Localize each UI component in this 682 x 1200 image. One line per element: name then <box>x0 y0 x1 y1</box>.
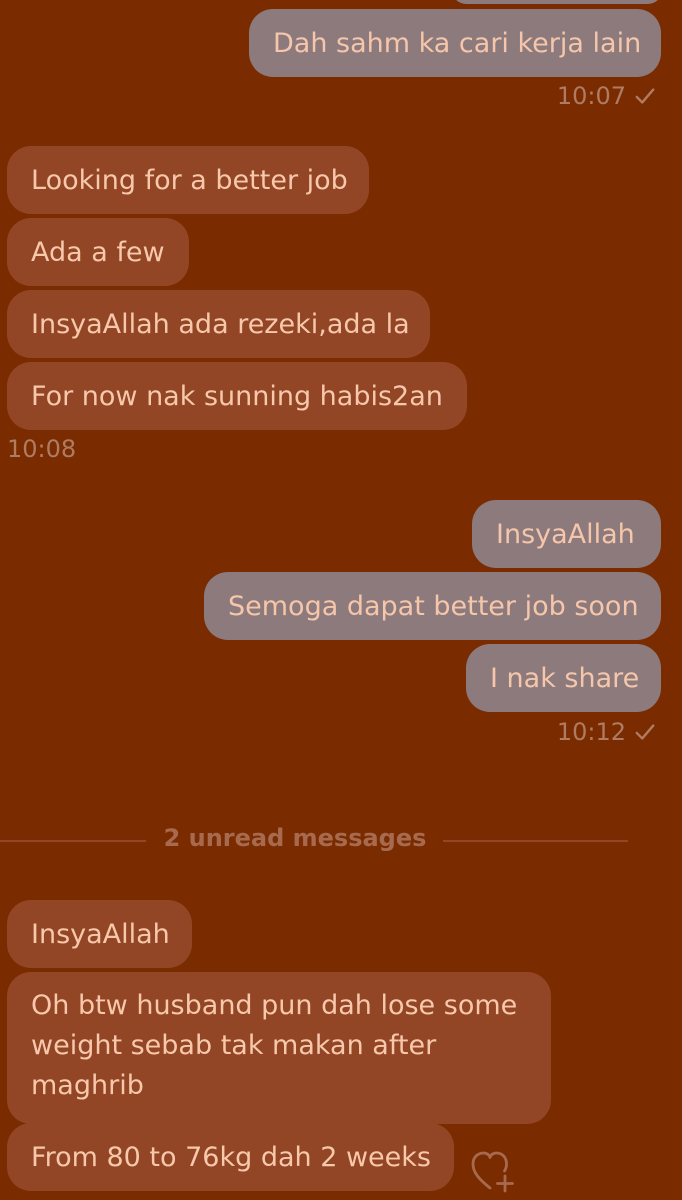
message-text: From 80 to 76kg dah 2 weeks <box>31 1141 431 1173</box>
timestamp-text: 10:12 <box>556 718 626 746</box>
heart-plus-icon[interactable] <box>470 1148 518 1194</box>
message-timestamp: 10:07 <box>557 82 656 110</box>
message-text: InsyaAllah <box>31 918 170 950</box>
check-icon <box>635 724 655 740</box>
message-text: I nak share <box>490 662 640 694</box>
incoming-message[interactable]: InsyaAllah ada rezeki,ada la <box>7 290 430 358</box>
message-text: For now nak sunning habis2an <box>31 380 443 412</box>
incoming-message[interactable]: Ada a few <box>7 218 189 286</box>
incoming-message[interactable]: Oh btw husband pun dah lose some weight … <box>7 972 551 1124</box>
timestamp-text: 10:07 <box>556 82 626 110</box>
incoming-message[interactable]: From 80 to 76kg dah 2 weeks <box>7 1123 454 1191</box>
message-text: InsyaAllah ada rezeki,ada la <box>31 308 410 340</box>
message-text: Semoga dapat better job soon <box>228 590 639 622</box>
outgoing-message[interactable]: I nak share <box>466 644 661 712</box>
message-timestamp: 10:08 <box>7 435 76 463</box>
message-text: InsyaAllah <box>496 518 635 550</box>
unread-messages-label: 2 unread messages <box>163 824 427 852</box>
message-text: Dah sahm ka cari kerja lain <box>273 27 642 59</box>
message-text: Oh btw husband pun dah lose some weight … <box>31 990 518 1101</box>
unread-divider-line-right <box>443 840 628 842</box>
incoming-message[interactable]: InsyaAllah <box>7 900 192 968</box>
timestamp-text: 10:08 <box>7 435 77 463</box>
incoming-message[interactable]: Looking for a better job <box>7 146 369 214</box>
outgoing-message[interactable]: InsyaAllah <box>472 500 661 568</box>
outgoing-message[interactable]: Semoga dapat better job soon <box>204 572 661 640</box>
incoming-message[interactable]: For now nak sunning habis2an <box>7 362 467 430</box>
message-timestamp: 10:12 <box>557 718 656 746</box>
message-text: Looking for a better job <box>31 164 348 196</box>
previous-message-bubble[interactable] <box>452 0 662 4</box>
check-icon <box>635 88 655 104</box>
message-text: Ada a few <box>31 236 165 268</box>
outgoing-message[interactable]: Dah sahm ka cari kerja lain <box>249 9 661 77</box>
